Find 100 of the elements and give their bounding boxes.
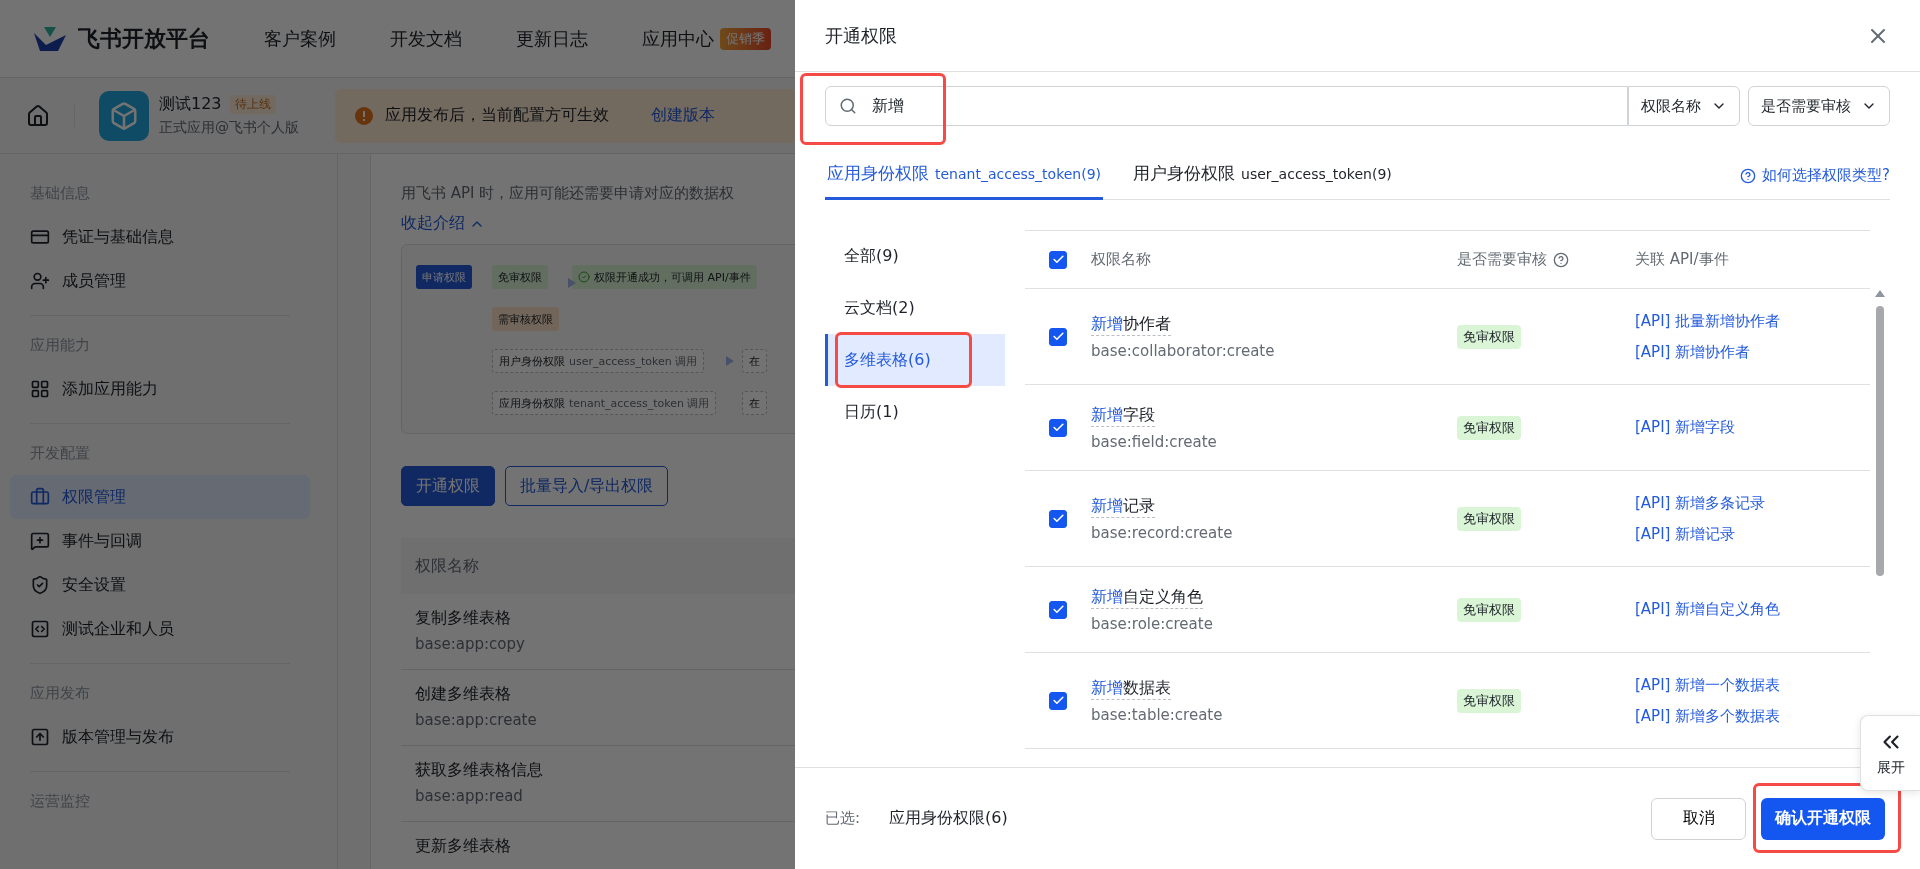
- row-checkbox[interactable]: [1049, 691, 1067, 710]
- nav-link[interactable]: 客户案例: [264, 26, 336, 51]
- permission-code: base:record:create: [1091, 523, 1234, 542]
- permission-name: 新增记录: [1091, 495, 1155, 518]
- logo-text: 飞书开放平台: [78, 24, 210, 53]
- sidebar-item[interactable]: 添加应用能力: [10, 367, 310, 411]
- cube-icon: [109, 100, 139, 131]
- expand-tab[interactable]: 展开: [1860, 715, 1920, 791]
- check-circle-icon: [578, 271, 590, 283]
- tab[interactable]: 用户身份权限 user_access_token(9): [1131, 162, 1394, 200]
- api-link[interactable]: [API] 新增协作者: [1635, 342, 1781, 362]
- category-item[interactable]: 全部(9): [825, 230, 1005, 282]
- cancel-button[interactable]: 取消: [1651, 797, 1746, 840]
- nav-link[interactable]: 更新日志: [516, 26, 588, 51]
- review-badge: 免审权限: [1457, 415, 1521, 440]
- scroll-up-icon[interactable]: [1875, 290, 1885, 297]
- api-link[interactable]: [API] 新增自定义角色: [1635, 600, 1781, 619]
- diagram-node: 免审权限: [492, 265, 548, 289]
- permission-code: base:app:create: [415, 711, 537, 729]
- app-subtitle: 正式应用@飞书个人版: [159, 119, 299, 137]
- nav-link[interactable]: 开发文档: [390, 26, 462, 51]
- filter-select[interactable]: 是否需要审核: [1748, 86, 1890, 126]
- category-item[interactable]: 多维表格(6): [825, 334, 1005, 386]
- permission-name: 获取多维表格信息: [415, 760, 543, 781]
- sidebar-item[interactable]: 测试企业和人员: [10, 607, 310, 651]
- arrow-icon: [726, 356, 734, 366]
- review-badge: 免审权限: [1457, 506, 1521, 531]
- api-link[interactable]: [API] 新增记录: [1635, 524, 1766, 544]
- promo-badge: 促销季: [720, 27, 771, 50]
- api-link[interactable]: [API] 新增字段: [1635, 418, 1736, 437]
- review-badge: 免审权限: [1457, 597, 1521, 622]
- permission-name: 新增自定义角色: [1091, 586, 1203, 609]
- category-item[interactable]: 云文档(2): [825, 282, 1005, 334]
- sidebar-item[interactable]: 安全设置: [10, 563, 310, 607]
- sidebar-item[interactable]: 成员管理: [10, 259, 310, 303]
- check-icon: [1051, 421, 1065, 434]
- status-badge: 待上线: [229, 95, 276, 114]
- column-header: 是否需要审核: [1457, 250, 1547, 269]
- check-icon: [1051, 694, 1065, 707]
- permission-name: 更新多维表格: [415, 836, 511, 857]
- help-icon[interactable]: [1553, 251, 1569, 268]
- row-checkbox[interactable]: [1049, 418, 1067, 437]
- check-icon: [1051, 603, 1065, 616]
- filter-select[interactable]: 权限名称: [1628, 86, 1740, 126]
- category-item[interactable]: 日历(1): [825, 386, 1005, 438]
- row-checkbox[interactable]: [1049, 327, 1067, 346]
- permission-code: base:collaborator:create: [1091, 341, 1276, 360]
- api-link[interactable]: [API] 新增一个数据表: [1635, 675, 1781, 695]
- column-header: 关联 API/事件: [1635, 250, 1729, 268]
- intro-text: 用飞书 API 时，应用可能还需要申请对应的数据权: [401, 184, 736, 203]
- diagram-node: 用户身份权限 user_access_token 调用: [492, 349, 705, 373]
- search-icon: [839, 97, 857, 115]
- confirm-button[interactable]: 确认开通权限: [1761, 797, 1885, 840]
- diagram-node: 权限开通成功，可调用 API/事件: [572, 265, 757, 289]
- diagram-node: 需审核权限: [492, 307, 559, 331]
- diagram-node: 在: [742, 391, 767, 415]
- select-all-checkbox[interactable]: [1049, 250, 1067, 269]
- search-field[interactable]: 新增: [825, 86, 1628, 126]
- api-link[interactable]: [API] 新增多个数据表: [1635, 706, 1781, 726]
- column-header: 权限名称: [415, 555, 479, 577]
- help-link[interactable]: 如何选择权限类型?: [1740, 166, 1890, 199]
- home-icon[interactable]: [26, 103, 50, 128]
- diagram-node: 应用身份权限 tenant_access_token 调用: [492, 391, 717, 415]
- selected-label: 已选:: [825, 809, 862, 828]
- api-link[interactable]: [API] 批量新增协作者: [1635, 311, 1781, 331]
- arrow-icon: [568, 278, 576, 288]
- permission-code: base:role:create: [1091, 614, 1214, 633]
- sidebar-item[interactable]: 版本管理与发布: [10, 715, 310, 759]
- scrollbar-thumb[interactable]: [1876, 306, 1884, 576]
- permission-name: 新增字段: [1091, 404, 1155, 427]
- review-badge: 免审权限: [1457, 688, 1521, 713]
- diagram-node: 在: [742, 349, 767, 373]
- review-badge: 免审权限: [1457, 324, 1521, 349]
- check-icon: [1051, 253, 1065, 266]
- permission-name: 新增数据表: [1091, 677, 1171, 700]
- logo-icon: [32, 24, 68, 53]
- permission-name: 新增协作者: [1091, 313, 1171, 336]
- row-checkbox[interactable]: [1049, 509, 1067, 528]
- warning-icon: [355, 106, 373, 125]
- permission-code: base:app:copy: [415, 635, 525, 653]
- sidebar-item[interactable]: 事件与回调: [10, 519, 310, 563]
- api-link[interactable]: [API] 新增多条记录: [1635, 493, 1766, 513]
- permission-name: 复制多维表格: [415, 608, 511, 629]
- permission-code: base:field:create: [1091, 432, 1218, 451]
- notice-text: 应用发布后，当前配置方可生效: [385, 105, 609, 126]
- help-icon: [1740, 167, 1757, 184]
- sidebar-item[interactable]: 凭证与基础信息: [10, 215, 310, 259]
- drawer-title: 开通权限: [825, 23, 897, 48]
- check-icon: [1051, 512, 1065, 525]
- permission-code: base:app:read: [415, 787, 523, 805]
- check-icon: [1051, 330, 1065, 343]
- selected-value: 应用身份权限(6): [889, 808, 1008, 829]
- nav-link[interactable]: 应用中心 促销季: [642, 26, 771, 51]
- tab[interactable]: 应用身份权限 tenant_access_token(9): [825, 162, 1104, 200]
- app-name: 测试123: [159, 94, 222, 115]
- permission-name: 创建多维表格: [415, 684, 511, 705]
- diagram-node: 申请权限: [416, 265, 472, 289]
- column-header: 权限名称: [1091, 250, 1151, 268]
- row-checkbox[interactable]: [1049, 600, 1067, 619]
- permission-code: base:table:create: [1091, 705, 1224, 724]
